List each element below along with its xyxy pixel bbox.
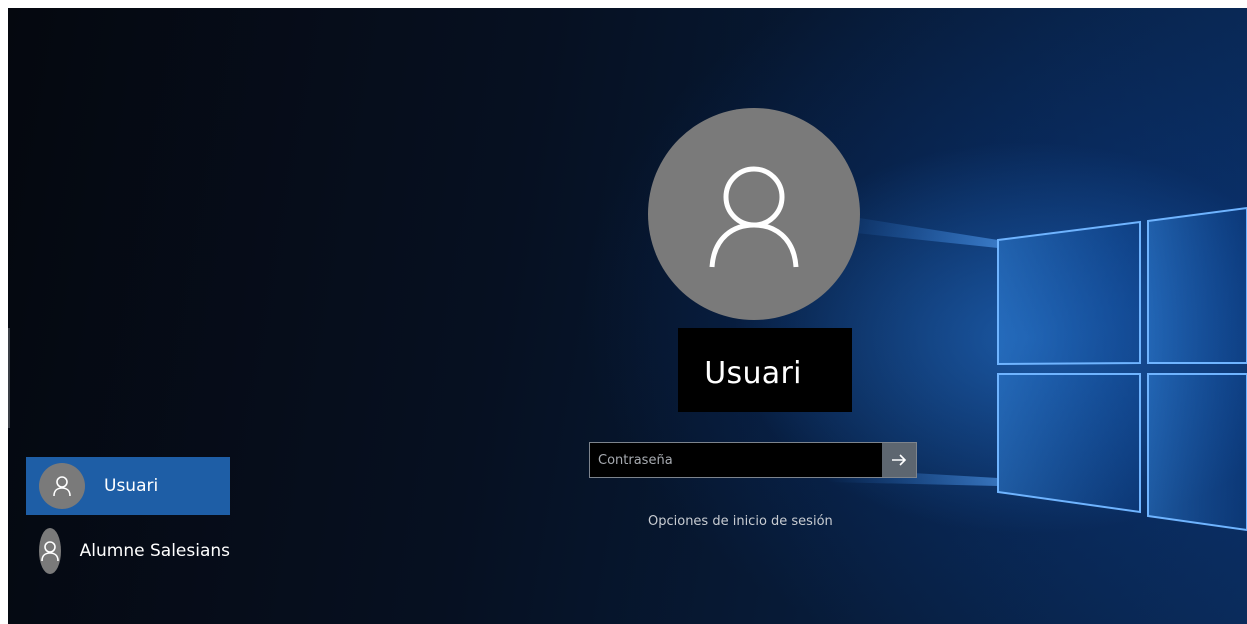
- user-icon: [709, 166, 799, 268]
- submit-button[interactable]: [882, 443, 916, 477]
- user-tile-name: Usuari: [104, 476, 159, 496]
- password-input[interactable]: [590, 443, 882, 477]
- user-icon: [41, 541, 59, 562]
- user-tile-alumne-salesians[interactable]: Alumne Salesians: [26, 522, 230, 580]
- user-tile-usuari[interactable]: Usuari: [26, 457, 230, 515]
- current-user-avatar: [648, 108, 860, 320]
- current-username: Usuari: [704, 356, 802, 391]
- signin-options-link[interactable]: Opciones de inicio de sesión: [648, 514, 833, 529]
- screen-edge-divider: [8, 328, 10, 428]
- user-icon: [53, 476, 71, 497]
- user-tile-name: Alumne Salesians: [79, 541, 230, 561]
- password-field-container: [589, 442, 917, 478]
- lock-screen: Usuari Opciones de inicio de sesión Usua…: [8, 8, 1247, 624]
- arrow-right-icon: [892, 454, 907, 466]
- user-tile-avatar: [39, 463, 85, 509]
- user-tile-avatar: [39, 528, 61, 574]
